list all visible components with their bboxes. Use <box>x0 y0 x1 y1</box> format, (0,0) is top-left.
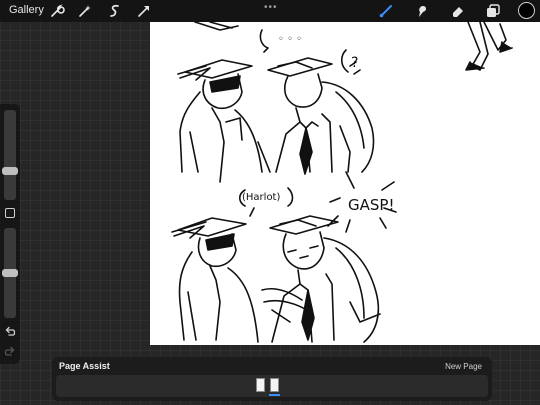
new-page-button[interactable]: New Page <box>445 362 482 371</box>
page-assist-title: Page Assist <box>59 361 110 371</box>
brush-icon[interactable] <box>378 3 394 19</box>
drawing-canvas[interactable]: ◦ ◦ ◦ ? (Harlot) GASP! <box>150 22 540 345</box>
speech-gasp: GASP! <box>348 196 394 214</box>
speech-top-dots: ◦ ◦ ◦ <box>278 34 302 45</box>
gallery-button[interactable]: Gallery <box>9 4 44 16</box>
page-thumbnail-1[interactable] <box>256 378 265 392</box>
smudge-icon[interactable] <box>414 3 430 19</box>
transform-arrow-icon[interactable] <box>136 3 152 19</box>
speech-question: ? <box>351 55 358 71</box>
modify-button[interactable] <box>5 208 15 218</box>
page-thumbnail-2[interactable] <box>270 378 279 392</box>
page-assist-panel: Page Assist New Page <box>52 357 492 401</box>
left-sidebar <box>0 104 20 364</box>
selection-icon[interactable] <box>107 3 123 19</box>
more-options-icon[interactable]: ••• <box>264 2 278 13</box>
layers-icon[interactable] <box>485 3 501 19</box>
redo-icon[interactable] <box>4 346 16 358</box>
active-page-indicator <box>269 394 280 396</box>
brush-size-slider[interactable] <box>2 110 18 200</box>
page-thumbnail-strip <box>56 375 488 397</box>
speech-harlot: (Harlot) <box>242 192 280 203</box>
color-picker[interactable] <box>518 2 535 19</box>
eraser-icon[interactable] <box>450 3 466 19</box>
wrench-icon[interactable] <box>49 3 65 19</box>
top-toolbar: Gallery ••• <box>0 0 540 22</box>
brush-size-thumb[interactable] <box>2 167 18 175</box>
sketch-artwork: ◦ ◦ ◦ ? (Harlot) GASP! <box>171 22 513 343</box>
opacity-slider[interactable] <box>2 228 18 318</box>
magic-wand-icon[interactable] <box>77 3 93 19</box>
undo-icon[interactable] <box>4 326 16 338</box>
opacity-thumb[interactable] <box>2 269 18 277</box>
